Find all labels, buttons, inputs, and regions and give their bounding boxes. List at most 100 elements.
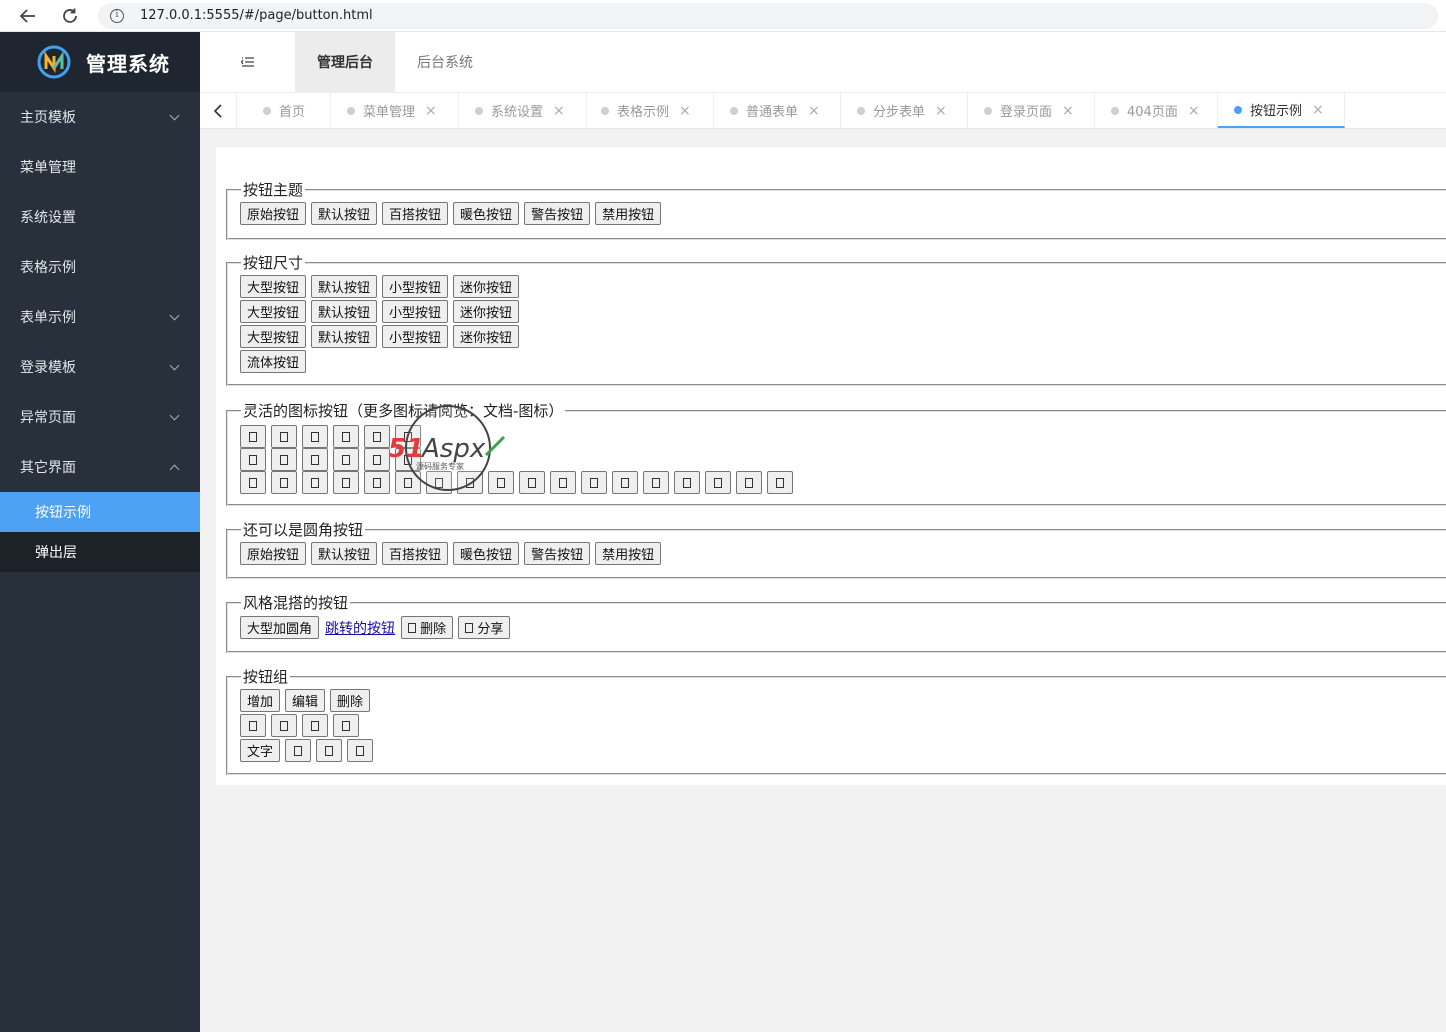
sidebar-item-login-templates[interactable]: 登录模板 [0, 342, 200, 392]
icon-button[interactable] [302, 471, 328, 494]
large-button[interactable]: 大型按钮 [240, 325, 307, 348]
address-bar[interactable]: i 127.0.0.1:5555/#/page/button.html [98, 2, 1438, 29]
mini-button[interactable]: 迷你按钮 [453, 325, 520, 348]
icon-button[interactable] [271, 425, 297, 448]
close-icon[interactable]: × [1312, 102, 1324, 118]
icon-button[interactable] [643, 471, 669, 494]
add-button[interactable]: 增加 [240, 689, 281, 712]
icon-button[interactable] [271, 448, 297, 471]
mini-button[interactable]: 迷你按钮 [453, 275, 520, 298]
close-icon[interactable]: × [935, 103, 947, 119]
tab-404-page[interactable]: 404页面 × [1095, 93, 1218, 128]
icon-button[interactable] [550, 471, 576, 494]
icon-button[interactable] [705, 471, 731, 494]
disabled-button[interactable]: 禁用按钮 [595, 202, 662, 225]
back-arrow-icon[interactable] [14, 2, 42, 30]
sidebar-item-other-pages[interactable]: 其它界面 [0, 442, 200, 492]
tab-home[interactable]: 首页 [237, 93, 331, 128]
edit-button[interactable]: 编辑 [285, 689, 326, 712]
close-icon[interactable]: × [679, 103, 691, 119]
header-tab-backend[interactable]: 后台系统 [395, 32, 495, 92]
tab-table-examples[interactable]: 表格示例 × [587, 93, 714, 128]
collapse-menu-button[interactable] [200, 32, 295, 92]
tab-login-page[interactable]: 登录页面 × [968, 93, 1095, 128]
icon-button[interactable] [240, 471, 266, 494]
icon-button[interactable] [736, 471, 762, 494]
danger-button[interactable]: 警告按钮 [524, 202, 591, 225]
sidebar-item-home-templates[interactable]: 主页模板 [0, 92, 200, 142]
default-radius-button[interactable]: 默认按钮 [311, 542, 378, 565]
sidebar-subitem-button-examples[interactable]: 按钮示例 [0, 492, 200, 532]
warm-radius-button[interactable]: 暖色按钮 [453, 542, 520, 565]
sidebar-item-form-examples[interactable]: 表单示例 [0, 292, 200, 342]
delete-button[interactable]: 删除 [401, 616, 454, 639]
group-icon-button[interactable] [347, 739, 374, 762]
tab-menu-management[interactable]: 菜单管理 × [331, 93, 459, 128]
icon-button[interactable] [240, 425, 266, 448]
large-round-button[interactable]: 大型加圆角 [240, 616, 320, 639]
primary-radius-button[interactable]: 原始按钮 [240, 542, 307, 565]
disabled-radius-button[interactable]: 禁用按钮 [595, 542, 662, 565]
tab-system-settings[interactable]: 系统设置 × [459, 93, 587, 128]
tab-step-form[interactable]: 分步表单 × [841, 93, 968, 128]
icon-button[interactable] [333, 448, 359, 471]
close-icon[interactable]: × [553, 103, 565, 119]
default-size-button[interactable]: 默认按钮 [311, 325, 378, 348]
group-icon-button[interactable] [271, 714, 297, 737]
group-icon-button[interactable] [285, 739, 312, 762]
fieldset-button-group: 按钮组 增加 编辑 删除 文字 [226, 666, 1446, 775]
text-button[interactable]: 文字 [240, 739, 281, 762]
group-icon-button[interactable] [240, 714, 266, 737]
icon-button[interactable] [581, 471, 607, 494]
group-icon-button[interactable] [316, 739, 343, 762]
close-icon[interactable]: × [1062, 103, 1074, 119]
default-size-button[interactable]: 默认按钮 [311, 275, 378, 298]
sidebar-item-menu-management[interactable]: 菜单管理 [0, 142, 200, 192]
icon-button[interactable] [333, 471, 359, 494]
group-icon-button[interactable] [302, 714, 328, 737]
icon-button[interactable] [364, 425, 390, 448]
sidebar-item-system-settings[interactable]: 系统设置 [0, 192, 200, 242]
default-button[interactable]: 默认按钮 [311, 202, 378, 225]
share-button[interactable]: 分享 [458, 616, 511, 639]
tabs-scroll-left-button[interactable] [200, 93, 237, 128]
normal-radius-button[interactable]: 百搭按钮 [382, 542, 449, 565]
icon-button[interactable] [612, 471, 638, 494]
normal-button[interactable]: 百搭按钮 [382, 202, 449, 225]
sidebar-subitem-popup-layer[interactable]: 弹出层 [0, 532, 200, 572]
tab-button-examples[interactable]: 按钮示例 × [1218, 93, 1345, 128]
close-icon[interactable]: × [808, 103, 820, 119]
small-button[interactable]: 小型按钮 [382, 275, 449, 298]
icon-button[interactable] [302, 448, 328, 471]
header-tab-admin[interactable]: 管理后台 [295, 32, 395, 92]
primary-button[interactable]: 原始按钮 [240, 202, 307, 225]
icon-button[interactable] [767, 471, 793, 494]
icon-button[interactable] [302, 425, 328, 448]
icon-button[interactable] [333, 425, 359, 448]
icon-button[interactable] [364, 448, 390, 471]
warm-button[interactable]: 暖色按钮 [453, 202, 520, 225]
close-icon[interactable]: × [425, 103, 437, 119]
large-button[interactable]: 大型按钮 [240, 300, 307, 323]
sidebar-item-error-pages[interactable]: 异常页面 [0, 392, 200, 442]
icon-button[interactable] [364, 471, 390, 494]
icon-button[interactable] [519, 471, 545, 494]
large-button[interactable]: 大型按钮 [240, 275, 307, 298]
mini-button[interactable]: 迷你按钮 [453, 300, 520, 323]
icon-button[interactable] [271, 471, 297, 494]
fluid-button[interactable]: 流体按钮 [240, 350, 307, 373]
tab-normal-form[interactable]: 普通表单 × [714, 93, 841, 128]
reload-icon[interactable] [56, 2, 84, 30]
jump-link-button[interactable]: 跳转的按钮 [324, 616, 396, 639]
icon-button[interactable] [674, 471, 700, 494]
danger-radius-button[interactable]: 警告按钮 [524, 542, 591, 565]
default-size-button[interactable]: 默认按钮 [311, 300, 378, 323]
delete-button[interactable]: 删除 [330, 689, 371, 712]
info-icon[interactable]: i [110, 8, 124, 23]
icon-button[interactable] [240, 448, 266, 471]
close-icon[interactable]: × [1188, 103, 1200, 119]
group-icon-button[interactable] [333, 714, 359, 737]
small-button[interactable]: 小型按钮 [382, 300, 449, 323]
sidebar-item-table-examples[interactable]: 表格示例 [0, 242, 200, 292]
small-button[interactable]: 小型按钮 [382, 325, 449, 348]
